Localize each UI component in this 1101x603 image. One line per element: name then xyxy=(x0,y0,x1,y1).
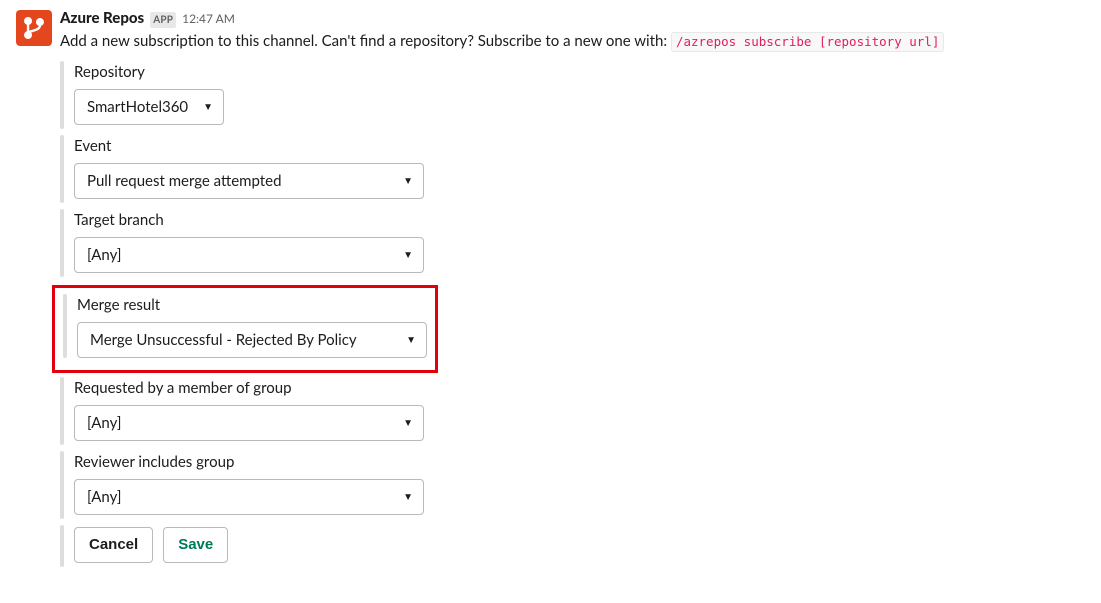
field-target-branch: Target branch [Any] ▼ xyxy=(60,209,1101,281)
requested-by-value: [Any] xyxy=(87,414,122,432)
event-select[interactable]: Pull request merge attempted ▼ xyxy=(74,163,424,199)
chevron-down-icon: ▼ xyxy=(203,101,213,113)
reviewer-includes-value: [Any] xyxy=(87,488,122,506)
cancel-button[interactable]: Cancel xyxy=(74,527,153,563)
field-reviewer-includes: Reviewer includes group [Any] ▼ xyxy=(60,451,1101,523)
target-branch-select[interactable]: [Any] ▼ xyxy=(74,237,424,273)
app-avatar xyxy=(16,10,52,46)
event-value: Pull request merge attempted xyxy=(87,172,281,190)
event-label: Event xyxy=(74,137,1101,155)
reviewer-includes-select[interactable]: [Any] ▼ xyxy=(74,479,424,515)
app-badge: APP xyxy=(150,12,176,28)
attachments: Repository SmartHotel360 ▼ Event Pull re… xyxy=(60,61,1101,571)
git-branch-icon xyxy=(21,15,47,41)
reviewer-includes-label: Reviewer includes group xyxy=(74,453,1101,471)
field-merge-result: Merge result Merge Unsuccessful - Reject… xyxy=(63,294,427,362)
highlight-merge-result: Merge result Merge Unsuccessful - Reject… xyxy=(52,285,438,373)
chevron-down-icon: ▼ xyxy=(403,417,413,429)
merge-result-select[interactable]: Merge Unsuccessful - Rejected By Policy … xyxy=(77,322,427,358)
app-name[interactable]: Azure Repos xyxy=(60,8,144,29)
chevron-down-icon: ▼ xyxy=(403,175,413,187)
slack-message: Azure Repos APP 12:47 AM Add a new subsc… xyxy=(0,8,1101,53)
merge-result-value: Merge Unsuccessful - Rejected By Policy xyxy=(90,331,357,349)
target-branch-label: Target branch xyxy=(74,211,1101,229)
field-repository: Repository SmartHotel360 ▼ xyxy=(60,61,1101,133)
repository-select[interactable]: SmartHotel360 ▼ xyxy=(74,89,224,125)
repository-value: SmartHotel360 xyxy=(87,98,188,116)
message-text-content: Add a new subscription to this channel. … xyxy=(60,32,671,50)
message-body: Azure Repos APP 12:47 AM Add a new subsc… xyxy=(60,8,1085,53)
field-event: Event Pull request merge attempted ▼ xyxy=(60,135,1101,207)
requested-by-label: Requested by a member of group xyxy=(74,379,1101,397)
action-row: Cancel Save xyxy=(60,525,1101,571)
chevron-down-icon: ▼ xyxy=(403,249,413,261)
repository-label: Repository xyxy=(74,63,1101,81)
requested-by-select[interactable]: [Any] ▼ xyxy=(74,405,424,441)
chevron-down-icon: ▼ xyxy=(406,334,416,346)
timestamp[interactable]: 12:47 AM xyxy=(182,11,235,28)
inline-code: /azrepos subscribe [repository url] xyxy=(671,32,944,52)
merge-result-label: Merge result xyxy=(77,296,427,314)
chevron-down-icon: ▼ xyxy=(403,491,413,503)
save-button[interactable]: Save xyxy=(163,527,228,563)
message-header: Azure Repos APP 12:47 AM xyxy=(60,8,1085,29)
message-text: Add a new subscription to this channel. … xyxy=(60,30,1085,53)
target-branch-value: [Any] xyxy=(87,246,122,264)
field-requested-by: Requested by a member of group [Any] ▼ xyxy=(60,377,1101,449)
